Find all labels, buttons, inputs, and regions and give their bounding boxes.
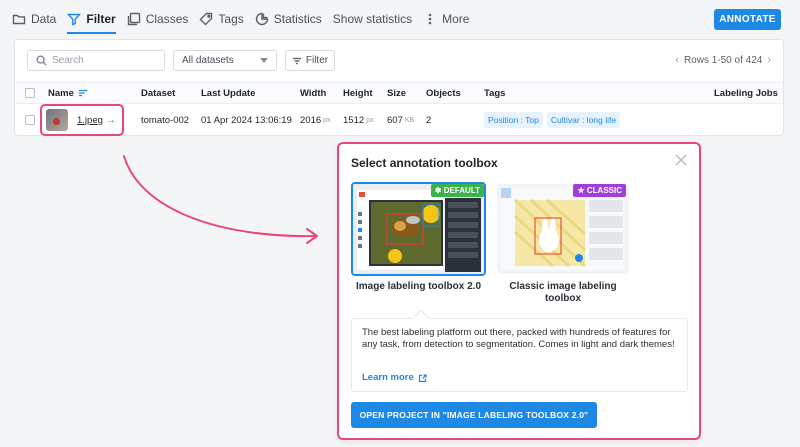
- table-header: Name Dataset Last Update Width Height Si…: [15, 82, 783, 104]
- nav-more-label: More: [442, 12, 470, 26]
- col-last-update[interactable]: Last Update: [201, 83, 255, 103]
- tag-badge[interactable]: Cultivar : long life: [546, 112, 621, 128]
- filter-icon: [292, 57, 301, 64]
- col-objects[interactable]: Objects: [426, 83, 461, 103]
- row-checkbox-cell: [25, 104, 35, 136]
- col-name[interactable]: Name: [48, 83, 88, 103]
- classic-badge: ★ CLASSIC: [573, 184, 626, 197]
- col-dataset[interactable]: Dataset: [141, 83, 175, 103]
- annotation-toolbox-dialog: Select annotation toolbox ✱ DEFAULT Imag…: [337, 142, 701, 440]
- select-all-checkbox[interactable]: [25, 88, 35, 98]
- table-toolbar: All datasets Filter ‹ Rows 1-50 of 424 ›: [15, 40, 783, 82]
- learn-more-link[interactable]: Learn more: [362, 372, 427, 384]
- badge-person-icon: ✱: [434, 186, 442, 195]
- statistics-icon: [255, 12, 268, 26]
- folder-icon: [12, 14, 26, 25]
- row-size-value: 607: [387, 114, 403, 126]
- row-objects: 2: [426, 114, 432, 126]
- open-project-button[interactable]: OPEN PROJECT IN "IMAGE LABELING TOOLBOX …: [351, 402, 597, 428]
- nav-statistics-label: Statistics: [273, 12, 322, 26]
- row-checkbox[interactable]: [25, 115, 35, 125]
- row-width: 2016 px: [300, 104, 331, 136]
- default-badge: ✱ DEFAULT: [430, 184, 484, 197]
- nav-classes-label: Classes: [145, 12, 189, 26]
- chevron-right-icon[interactable]: ›: [767, 54, 771, 66]
- classic-badge-label: CLASSIC: [586, 186, 622, 195]
- nav-filter-label: Filter: [86, 12, 116, 26]
- tag-badge[interactable]: Position : Top: [484, 112, 543, 128]
- external-link-icon: [418, 373, 427, 382]
- row-width-unit: px: [323, 116, 331, 124]
- col-width[interactable]: Width: [300, 83, 326, 103]
- row-height-value: 1512: [343, 114, 365, 126]
- row-size-unit: KB: [404, 116, 415, 124]
- toolbox-option-2[interactable]: ✱ DEFAULT: [351, 182, 486, 276]
- col-name-label: Name: [48, 87, 74, 99]
- nav-tags[interactable]: Tags: [199, 0, 244, 38]
- classes-icon: [127, 12, 140, 26]
- filter-button[interactable]: Filter: [285, 50, 335, 71]
- classic-toolbox-label[interactable]: Classic image labeling toolbox: [499, 281, 627, 305]
- search-icon: [36, 55, 47, 66]
- pagination: ‹ Rows 1-50 of 424 ›: [675, 54, 771, 66]
- nav-show-statistics[interactable]: Show statistics: [333, 0, 412, 38]
- nav-tags-label: Tags: [218, 12, 244, 26]
- nav-classes[interactable]: Classes: [127, 0, 189, 38]
- row-last-update: 01 Apr 2024 13:06:19: [201, 114, 292, 126]
- col-size[interactable]: Size: [387, 83, 406, 103]
- highlight-box: [40, 104, 124, 136]
- col-labeling-jobs[interactable]: Labeling Jobs: [714, 83, 778, 103]
- pointer-arrow: [123, 155, 318, 244]
- dataset-select-value: All datasets: [182, 55, 234, 66]
- star-icon: ★: [577, 186, 585, 195]
- col-height[interactable]: Height: [343, 83, 373, 103]
- search-box[interactable]: [27, 50, 165, 71]
- toolbox-2-label[interactable]: Image labeling toolbox 2.0: [351, 281, 486, 293]
- nav-filter[interactable]: Filter: [67, 0, 117, 38]
- top-nav: Data Filter Classes Tags Statistics Show…: [0, 0, 800, 38]
- sort-icon[interactable]: [78, 89, 88, 97]
- more-vertical-icon: [428, 13, 432, 25]
- row-width-value: 2016: [300, 114, 322, 126]
- filter-button-label: Filter: [305, 55, 329, 66]
- toolbox-2-preview-image: [353, 184, 484, 274]
- row-height-unit: px: [366, 116, 374, 124]
- description-text: The best labeling platform out there, pa…: [362, 327, 675, 350]
- search-input[interactable]: [52, 55, 152, 66]
- filter-icon: [67, 13, 82, 26]
- dataset-select[interactable]: All datasets: [173, 50, 277, 71]
- nav-data-label: Data: [31, 12, 57, 26]
- table-row[interactable]: 1.jpeg → tomato-002 01 Apr 2024 13:06:19…: [15, 104, 783, 136]
- default-badge-label: DEFAULT: [443, 186, 480, 195]
- close-button[interactable]: [673, 152, 689, 168]
- nav-show-statistics-label: Show statistics: [332, 12, 413, 26]
- row-dataset: tomato-002: [141, 114, 190, 126]
- row-size: 607 KB: [387, 104, 414, 136]
- row-tags: Position : Top Cultivar : long life: [484, 104, 624, 136]
- toolbox-description: The best labeling platform out there, pa…: [351, 318, 688, 392]
- nav-data[interactable]: Data: [12, 0, 56, 38]
- nav-statistics[interactable]: Statistics: [255, 0, 322, 38]
- caret-down-icon: [260, 58, 268, 63]
- annotate-button[interactable]: ANNOTATE: [714, 9, 781, 30]
- close-icon: [675, 154, 687, 166]
- chevron-left-icon[interactable]: ‹: [675, 54, 679, 66]
- learn-more-label: Learn more: [362, 372, 414, 383]
- data-panel: All datasets Filter ‹ Rows 1-50 of 424 ›…: [14, 39, 784, 136]
- dialog-title: Select annotation toolbox: [351, 156, 498, 170]
- row-height: 1512 px: [343, 104, 374, 136]
- classic-toolbox-preview-image: [497, 184, 629, 274]
- nav-more[interactable]: More: [423, 0, 469, 38]
- tag-icon: [199, 12, 213, 26]
- col-tags[interactable]: Tags: [484, 83, 505, 103]
- rows-range: Rows 1-50 of 424: [683, 54, 763, 66]
- classic-toolbox-option[interactable]: ★ CLASSIC: [497, 184, 629, 274]
- select-all-cell: [25, 83, 35, 103]
